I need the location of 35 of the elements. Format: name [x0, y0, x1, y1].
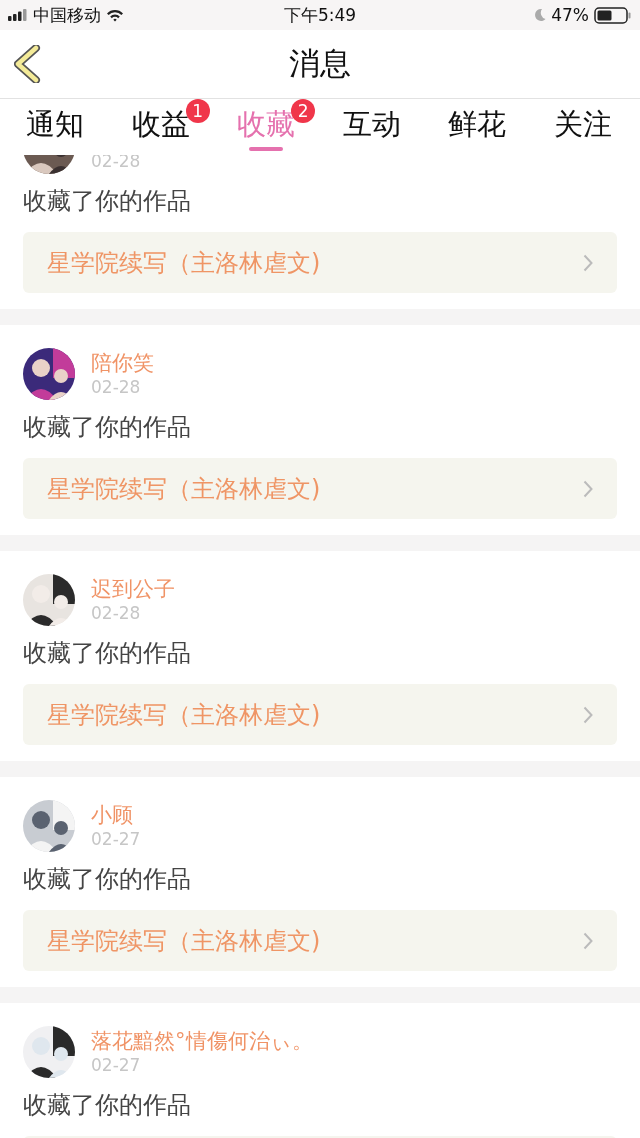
user-name[interactable]: 陪你笑	[91, 350, 154, 376]
chevron-icon	[583, 931, 593, 950]
user-name[interactable]: 小顾	[91, 802, 141, 828]
chevron-icon	[583, 479, 593, 498]
battery-icon	[594, 6, 632, 24]
tab[interactable]: 互动	[342, 105, 401, 143]
carrier-name: 中国移动	[33, 3, 101, 27]
tab[interactable]: 鲜花	[448, 105, 507, 143]
clock-time: 下午5:49	[283, 3, 357, 27]
work-link[interactable]: 星学院续写（主洛林虐文)	[23, 232, 617, 293]
message-text: 收藏了你的作品	[23, 412, 192, 443]
message-date: 02-28	[91, 155, 141, 172]
message-date: 02-28	[91, 376, 142, 398]
wifi-icon	[106, 8, 124, 22]
user-name[interactable]: 落花黯然°情傷何治ぃ。	[91, 1028, 313, 1054]
message-text: 收藏了你的作品	[23, 864, 192, 895]
work-link[interactable]: 星学院续写（主洛林虐文)	[23, 910, 617, 971]
chevron-icon	[583, 705, 593, 724]
signal-icon	[8, 9, 28, 21]
tab[interactable]: 通知	[26, 105, 84, 143]
message-text: 收藏了你的作品	[23, 638, 192, 669]
message-date: 02-27	[91, 828, 141, 850]
battery-level: 47%	[551, 5, 589, 25]
message-date: 02-28	[91, 602, 142, 624]
work-link[interactable]: 星学院续写（主洛林虐文)	[23, 458, 617, 519]
tab[interactable]: 关注	[553, 105, 612, 143]
user-name[interactable]: 迟到公子	[91, 576, 175, 602]
work-link[interactable]: 星学院续写（主洛林虐文)	[23, 684, 617, 745]
message-date: 02-27	[91, 1054, 142, 1076]
page-title: 消息	[289, 44, 351, 83]
back-icon[interactable]	[14, 45, 42, 83]
message-text: 收藏了你的作品	[23, 1090, 192, 1121]
chevron-icon	[583, 253, 593, 272]
moon-icon	[534, 8, 547, 22]
message-text: 收藏了你的作品	[23, 186, 192, 217]
